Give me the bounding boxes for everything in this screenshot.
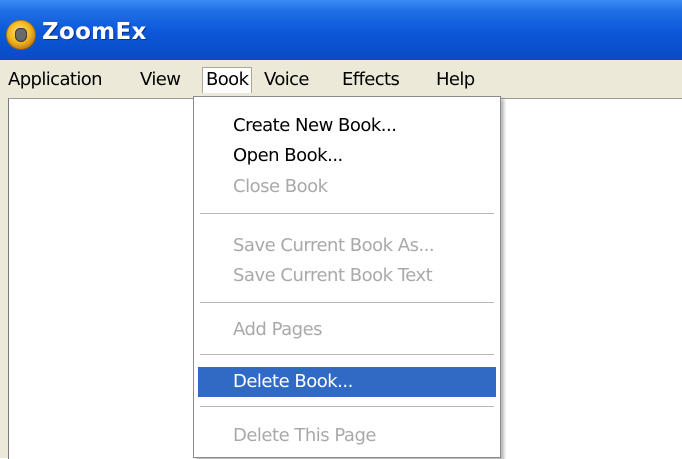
menu-bar: Application View Book Voice Effects Help: [0, 60, 682, 98]
menu-item-delete-this-page[interactable]: Delete This Page: [198, 423, 496, 449]
menu-item-close-book[interactable]: Close Book: [198, 174, 496, 200]
menu-item-save-current-book-as[interactable]: Save Current Book As...: [198, 233, 496, 259]
menu-help[interactable]: Help: [432, 67, 479, 93]
menu-view[interactable]: View: [136, 67, 184, 93]
menu-effects[interactable]: Effects: [338, 67, 403, 93]
zoomex-window: ZoomEx Application View Book Voice Effec…: [0, 0, 682, 459]
title-bar[interactable]: ZoomEx: [0, 0, 682, 60]
menu-separator: [200, 354, 494, 356]
menu-separator: [200, 406, 494, 408]
menu-item-add-pages[interactable]: Add Pages: [198, 317, 496, 343]
menu-application[interactable]: Application: [4, 67, 106, 93]
window-title: ZoomEx: [42, 19, 147, 45]
app-icon-face: [15, 28, 27, 42]
menu-item-open-book[interactable]: Open Book...: [198, 143, 496, 169]
menu-book[interactable]: Book: [202, 67, 253, 93]
menu-separator: [200, 213, 494, 215]
menu-item-save-current-book-text[interactable]: Save Current Book Text: [198, 263, 496, 289]
menu-voice[interactable]: Voice: [260, 67, 313, 93]
menu-separator: [200, 302, 494, 304]
menu-item-create-new-book[interactable]: Create New Book...: [198, 113, 496, 139]
book-menu-dropdown: Create New Book... Open Book... Close Bo…: [193, 96, 501, 458]
menu-item-delete-book[interactable]: Delete Book...: [198, 367, 496, 397]
zoomex-app-icon[interactable]: [6, 20, 36, 50]
